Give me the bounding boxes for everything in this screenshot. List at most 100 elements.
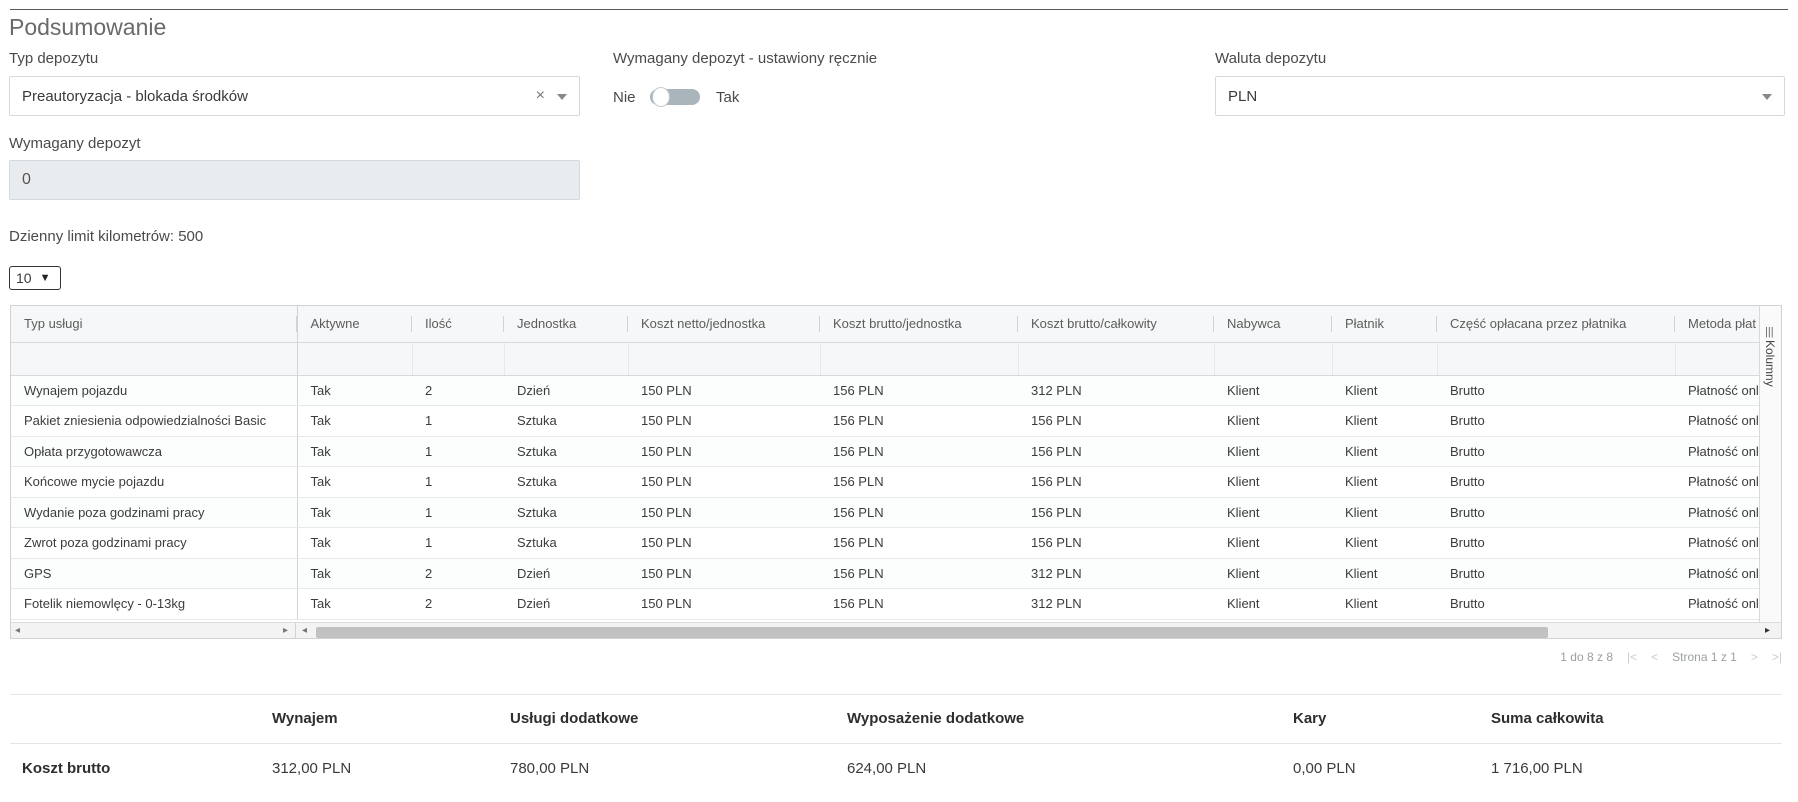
horizontal-scrollbar[interactable]: ◂ ▸ ◂ ▸ — [11, 622, 1781, 638]
summary-header-additional-equipment: Wyposażenie dodatkowe — [847, 710, 1025, 727]
col-header-active[interactable]: Aktywne — [297, 306, 412, 343]
table-cell: 1 — [412, 466, 504, 498]
last-page-icon[interactable]: >| — [1772, 650, 1782, 664]
table-cell: Wydanie poza godzinami pracy — [11, 497, 298, 528]
table-cell: Pakiet zniesienia odpowiedzialności Basi… — [11, 405, 298, 437]
table-cell: Brutto — [1437, 527, 1675, 559]
table-row[interactable]: Opłata przygotowawcza Tak 1 Sztuka 150 PLN 15… — [11, 436, 1761, 467]
currency-select[interactable]: PLN — [1215, 76, 1785, 116]
deposit-type-select[interactable]: Preautoryzacja - blokada środków × — [9, 76, 580, 116]
table-cell: Brutto — [1437, 466, 1675, 498]
scroll-left-icon[interactable]: ◂ — [15, 625, 20, 636]
table-cell: Dzień — [504, 558, 628, 589]
table-cell: 1 — [412, 497, 504, 528]
table-cell: Klient — [1332, 527, 1437, 559]
col-header-unit[interactable]: Jednostka — [504, 306, 628, 343]
table-cell: 156 PLN — [1018, 436, 1214, 467]
required-deposit-value: 0 — [22, 171, 31, 188]
table-cell: 1 — [412, 436, 504, 467]
table-row[interactable]: Wydanie poza godzinami pracy Tak 1 Sztuka 15… — [11, 497, 1761, 528]
col-header-payer-share[interactable]: Część opłacana przez płatnika — [1437, 306, 1675, 343]
table-cell: Wynajem pojazdu — [11, 375, 298, 406]
deposit-type-value: Preautoryzacja - blokada środków — [22, 87, 248, 105]
table-cell: Sztuka — [504, 527, 628, 559]
table-row[interactable]: Pakiet zniesienia odpowiedzialności Basi… — [11, 405, 1761, 437]
table-row[interactable]: GPS Tak 2 Dzień 150 PLN 156 PLN 312 PLN Klient K… — [11, 558, 1761, 589]
table-cell: 150 PLN — [628, 375, 820, 406]
table-cell: Brutto — [1437, 436, 1675, 467]
col-header-payment-method[interactable]: Metoda płat — [1675, 306, 1761, 343]
table-cell: 156 PLN — [820, 436, 1018, 467]
table-cell: Tak — [297, 375, 412, 406]
summary-header-total: Suma całkowita — [1491, 710, 1604, 727]
table-cell: 2 — [412, 375, 504, 406]
table-cell: Klient — [1332, 436, 1437, 467]
table-cell: 312 PLN — [1018, 375, 1214, 406]
table-cell: Brutto — [1437, 375, 1675, 406]
col-header-net-unit-cost[interactable]: Koszt netto/jednostka — [628, 306, 820, 343]
table-cell: Końcowe mycie pojazdu — [11, 466, 298, 498]
col-header-gross-unit-cost[interactable]: Koszt brutto/jednostka — [820, 306, 1018, 343]
table-cell: Płatność onli — [1675, 405, 1761, 437]
table-cell: Klient — [1214, 588, 1332, 620]
summary-divider-mid — [10, 743, 1782, 744]
table-cell: 1 — [412, 405, 504, 437]
table-cell: Klient — [1214, 466, 1332, 498]
manual-deposit-toggle[interactable] — [650, 87, 700, 107]
table-row[interactable]: Wynajem pojazdu Tak 2 Dzień 150 PLN 156 PLN 31… — [11, 375, 1761, 406]
scroll-left-icon[interactable]: ◂ — [302, 625, 307, 636]
table-row[interactable]: Fotelik niemowlęcy - 0-13kg Tak 2 Dzień 150 … — [11, 588, 1761, 620]
col-header-payer[interactable]: Płatnik — [1332, 306, 1437, 343]
col-header-buyer[interactable]: Nabywca — [1214, 306, 1332, 343]
table-cell: 156 PLN — [820, 375, 1018, 406]
scroll-right-icon[interactable]: ▸ — [1765, 625, 1770, 636]
table-row[interactable]: Zwrot poza godzinami pracy Tak 1 Sztuka 150 … — [11, 527, 1761, 559]
table-cell: Brutto — [1437, 497, 1675, 528]
table-cell: Klient — [1332, 466, 1437, 498]
summary-header-penalties: Kary — [1293, 710, 1327, 727]
table-cell: 312 PLN — [1018, 558, 1214, 589]
table-cell: Płatność onli — [1675, 527, 1761, 559]
manual-deposit-label: Wymagany depozyt - ustawiony ręcznie — [613, 50, 878, 67]
chevron-down-icon[interactable] — [557, 94, 567, 100]
table-row[interactable]: Końcowe mycie pojazdu Tak 1 Sztuka 150 PLN 15… — [11, 466, 1761, 498]
first-page-icon[interactable]: |< — [1627, 650, 1637, 664]
scroll-thumb[interactable] — [316, 627, 1548, 638]
required-deposit-input: 0 — [9, 160, 580, 200]
pager-page: Strona 1 z 1 — [1672, 650, 1737, 664]
services-grid: Typ usługi Aktywne Ilość Jednostka Koszt… — [10, 305, 1782, 639]
next-page-icon[interactable]: > — [1751, 650, 1758, 664]
table-cell: Sztuka — [504, 497, 628, 528]
table-cell: 150 PLN — [628, 405, 820, 437]
col-header-quantity[interactable]: Ilość — [412, 306, 504, 343]
table-cell: 156 PLN — [820, 558, 1018, 589]
table-cell: 312 PLN — [1018, 588, 1214, 620]
clear-icon[interactable]: × — [536, 87, 545, 105]
scroll-right-icon[interactable]: ▸ — [283, 625, 288, 636]
table-cell: Klient — [1214, 405, 1332, 437]
table-cell: GPS — [11, 558, 298, 589]
prev-page-icon[interactable]: < — [1651, 650, 1658, 664]
table-cell: Zwrot poza godzinami pracy — [11, 527, 298, 559]
pinned-scroll-track[interactable]: ◂ ▸ — [11, 623, 296, 638]
table-cell: Klient — [1214, 375, 1332, 406]
col-header-gross-total[interactable]: Koszt brutto/całkowity — [1018, 306, 1214, 343]
table-cell: 1 — [412, 527, 504, 559]
col-header-service-type[interactable]: Typ usługi — [11, 306, 298, 343]
summary-value-additional-equipment: 624,00 PLN — [847, 760, 927, 777]
table-cell: Tak — [297, 527, 412, 559]
table-cell: Płatność onli — [1675, 436, 1761, 467]
table-cell: 150 PLN — [628, 558, 820, 589]
table-cell: 156 PLN — [820, 588, 1018, 620]
table-cell: 2 — [412, 558, 504, 589]
columns-tool-panel-tab[interactable]: ||| Kolumny — [1759, 306, 1781, 622]
page-size-select[interactable]: 10 ▼ — [9, 266, 61, 290]
table-cell: Klient — [1332, 375, 1437, 406]
table-cell: Dzień — [504, 588, 628, 620]
table-cell: Klient — [1332, 558, 1437, 589]
deposit-type-label: Typ depozytu — [9, 50, 99, 67]
table-cell: 150 PLN — [628, 466, 820, 498]
summary-value-rental: 312,00 PLN — [272, 760, 352, 777]
km-limit-text: Dzienny limit kilometrów: 500 — [9, 228, 204, 245]
chevron-down-icon[interactable] — [1762, 94, 1772, 100]
